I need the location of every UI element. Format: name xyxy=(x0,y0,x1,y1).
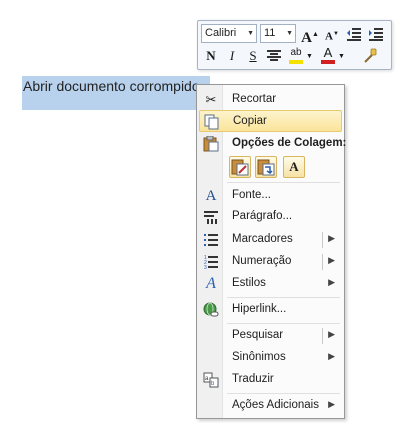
scissors-icon: ✂ xyxy=(205,92,217,107)
translate-icon: a b xyxy=(202,371,220,389)
increase-indent-icon xyxy=(369,28,383,41)
highlight-color-button[interactable]: ab xyxy=(287,46,305,66)
document-selected-text[interactable]: Abrir documento corrompido xyxy=(23,78,200,94)
copy-icon xyxy=(203,113,221,131)
menu-item-synonyms[interactable]: Sinônimos ▶ xyxy=(199,347,342,369)
paste-merge-formatting-button[interactable] xyxy=(255,156,277,178)
mini-toolbar: Calibri ▼ 11 ▼ A▲ A▼ N I S ab ▼ A ▼ xyxy=(197,20,392,70)
italic-button[interactable]: I xyxy=(222,46,242,66)
menu-item-cut[interactable]: ✂ Recortar xyxy=(199,89,342,111)
split-divider xyxy=(322,254,323,270)
font-size-value: 11 xyxy=(264,27,276,39)
chevron-down-icon: ▼ xyxy=(306,52,313,60)
chevron-down-icon: ▼ xyxy=(286,30,293,37)
paragraph-icon xyxy=(202,208,220,226)
bold-button[interactable]: N xyxy=(201,46,221,66)
decrease-indent-icon xyxy=(347,28,361,41)
submenu-arrow-icon: ▶ xyxy=(328,399,335,409)
split-divider xyxy=(322,328,323,344)
selected-text-highlight[interactable]: Abrir documento corrompido xyxy=(22,76,210,110)
font-color-dropdown-button[interactable]: ▼ xyxy=(337,46,346,66)
submenu-arrow-icon[interactable]: ▶ xyxy=(328,329,335,340)
submenu-arrow-icon[interactable]: ▶ xyxy=(328,233,335,244)
menu-item-additional-actions[interactable]: Ações Adicionais ▶ xyxy=(199,395,342,417)
menu-item-copy[interactable]: Copiar xyxy=(199,110,342,132)
increase-indent-button[interactable] xyxy=(366,24,386,44)
font-icon: A xyxy=(205,188,217,204)
font-name-combo[interactable]: Calibri ▼ xyxy=(201,24,257,43)
submenu-arrow-icon: ▶ xyxy=(328,277,335,287)
highlight-dropdown-button[interactable]: ▼ xyxy=(305,46,314,66)
shrink-font-button[interactable]: A▼ xyxy=(322,24,342,44)
paste-merge-formatting-icon xyxy=(257,159,275,176)
font-name-value: Calibri xyxy=(205,27,237,39)
styles-icon: A xyxy=(206,275,216,292)
font-color-swatch xyxy=(321,60,335,64)
paste-text-only-button[interactable]: A xyxy=(283,156,305,178)
menu-separator xyxy=(227,323,340,324)
numbered-list-icon: 1 2 3 xyxy=(202,253,220,271)
menu-item-search[interactable]: Pesquisar ▶ xyxy=(199,325,342,347)
split-divider xyxy=(322,232,323,248)
decrease-indent-button[interactable] xyxy=(344,24,364,44)
hyperlink-globe-icon xyxy=(202,301,220,319)
menu-item-translate[interactable]: a b Traduzir xyxy=(199,369,342,391)
menu-item-styles[interactable]: A Estilos ▶ xyxy=(199,273,342,295)
menu-separator xyxy=(227,297,340,298)
menu-separator xyxy=(227,182,340,183)
bullet-list-icon xyxy=(202,231,220,249)
paste-text-only-label: A xyxy=(289,159,299,174)
context-menu: ✂ Recortar Copiar Opções de Colagem: A A… xyxy=(196,84,346,419)
menu-separator xyxy=(227,393,340,394)
clipboard-icon xyxy=(202,135,220,153)
align-center-icon xyxy=(267,50,281,61)
highlight-color-swatch xyxy=(289,60,303,64)
paste-keep-formatting-icon xyxy=(231,159,249,176)
menu-item-paragraph[interactable]: Parágrafo... xyxy=(199,206,342,228)
grow-font-button[interactable]: A▲ xyxy=(300,24,320,46)
menu-item-numbering[interactable]: 1 2 3 Numeração ▶ xyxy=(199,251,342,273)
center-align-button[interactable] xyxy=(264,46,284,66)
submenu-arrow-icon: ▶ xyxy=(328,351,335,361)
font-size-combo[interactable]: 11 ▼ xyxy=(260,24,296,43)
menu-item-font[interactable]: A Fonte... xyxy=(199,185,342,207)
menu-item-hyperlink[interactable]: Hiperlink... xyxy=(199,299,342,321)
paste-options-header: Opções de Colagem: xyxy=(199,133,346,155)
chevron-down-icon: ▼ xyxy=(247,30,254,37)
chevron-down-icon: ▼ xyxy=(338,52,345,60)
format-painter-button[interactable] xyxy=(360,46,380,66)
paste-keep-source-formatting-button[interactable] xyxy=(229,156,251,178)
submenu-arrow-icon[interactable]: ▶ xyxy=(328,255,335,266)
font-color-button[interactable]: A xyxy=(319,45,337,66)
underline-button[interactable]: S xyxy=(243,46,263,66)
format-painter-icon xyxy=(364,48,377,63)
svg-text:3: 3 xyxy=(204,265,207,269)
menu-item-bullets[interactable]: Marcadores ▶ xyxy=(199,229,342,251)
